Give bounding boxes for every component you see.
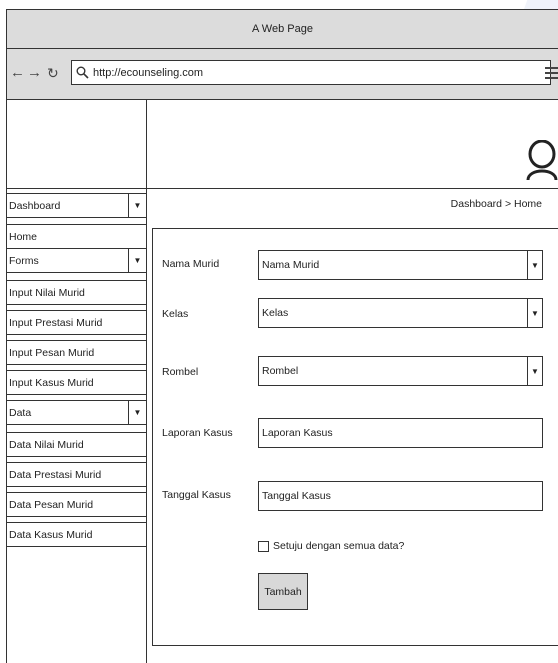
- sidebar-item-forms[interactable]: Forms ▼: [6, 248, 147, 273]
- sidebar-item-dashboard[interactable]: Dashboard ▼: [6, 193, 147, 218]
- address-bar[interactable]: http://ecounseling.com: [71, 60, 551, 85]
- sidebar-item-data-nilai-murid[interactable]: Data Nilai Murid: [6, 432, 147, 457]
- sidebar-item-label: Data Pesan Murid: [9, 498, 94, 511]
- agree-label: Setuju dengan semua data?: [273, 540, 405, 552]
- window-title: A Web Page: [252, 23, 313, 35]
- nama-murid-label: Nama Murid: [162, 258, 220, 270]
- url-text: http://ecounseling.com: [93, 66, 204, 79]
- rombel-value: Rombel: [262, 365, 299, 377]
- chevron-down-icon: ▼: [527, 299, 542, 327]
- laporan-kasus-label: Laporan Kasus: [162, 427, 233, 439]
- nama-murid-select[interactable]: Nama Murid ▼: [258, 250, 543, 280]
- tanggal-kasus-input[interactable]: Tanggal Kasus: [258, 481, 543, 511]
- tambah-button[interactable]: Tambah: [258, 573, 308, 610]
- chevron-down-icon: ▼: [128, 249, 146, 272]
- header-logo-area: [6, 99, 147, 189]
- sidebar-item-data-kasus-murid[interactable]: Data Kasus Murid: [6, 522, 147, 547]
- sidebar-item-input-pesan-murid[interactable]: Input Pesan Murid: [6, 340, 147, 365]
- sidebar-item-data-pesan-murid[interactable]: Data Pesan Murid: [6, 492, 147, 517]
- sidebar-item-label: Forms: [9, 254, 39, 267]
- laporan-kasus-input[interactable]: Laporan Kasus: [258, 418, 543, 448]
- sidebar-item-input-prestasi-murid[interactable]: Input Prestasi Murid: [6, 310, 147, 335]
- hamburger-icon[interactable]: [545, 64, 558, 82]
- reload-icon[interactable]: ↻: [47, 64, 59, 82]
- sidebar-item-data-prestasi-murid[interactable]: Data Prestasi Murid: [6, 462, 147, 487]
- user-avatar-icon[interactable]: [525, 140, 558, 182]
- sidebar-item-label: Data Nilai Murid: [9, 438, 84, 451]
- arrow-left-icon[interactable]: ←: [10, 64, 25, 82]
- sidebar-item-label: Input Kasus Murid: [9, 376, 94, 389]
- kelas-select[interactable]: Kelas ▼: [258, 298, 543, 328]
- sidebar-item-label: Dashboard: [9, 199, 61, 212]
- sidebar-item-label: Data Kasus Murid: [9, 528, 93, 541]
- arrow-right-icon[interactable]: →: [27, 64, 42, 82]
- breadcrumb: Dashboard > Home: [450, 198, 542, 210]
- search-icon: [76, 66, 89, 79]
- laporan-kasus-value: Laporan Kasus: [262, 427, 333, 439]
- chevron-down-icon: ▼: [128, 194, 146, 217]
- sidebar-item-input-kasus-murid[interactable]: Input Kasus Murid: [6, 370, 147, 395]
- sidebar-item-label: Home: [9, 230, 38, 243]
- kelas-label: Kelas: [162, 308, 189, 320]
- sidebar-item-label: Data Prestasi Murid: [9, 468, 102, 481]
- chevron-down-icon: ▼: [527, 357, 542, 385]
- rombel-label: Rombel: [162, 366, 199, 378]
- tanggal-kasus-label: Tanggal Kasus: [162, 489, 231, 501]
- sidebar-item-label: Input Prestasi Murid: [9, 316, 103, 329]
- agree-checkbox[interactable]: [258, 541, 269, 552]
- sidebar-item-input-nilai-murid[interactable]: Input Nilai Murid: [6, 280, 147, 305]
- header-bar: [146, 99, 558, 189]
- sidebar-item-data[interactable]: Data ▼: [6, 400, 147, 425]
- sidebar-item-home[interactable]: Home: [6, 224, 147, 249]
- window-title-bar: A Web Page: [6, 9, 558, 49]
- kelas-value: Kelas: [262, 307, 289, 319]
- sidebar-item-label: Input Nilai Murid: [9, 286, 85, 299]
- tanggal-kasus-value: Tanggal Kasus: [262, 490, 331, 502]
- sidebar-item-label: Data: [9, 406, 32, 419]
- rombel-select[interactable]: Rombel ▼: [258, 356, 543, 386]
- nama-murid-value: Nama Murid: [262, 259, 320, 271]
- chevron-down-icon: ▼: [527, 251, 542, 279]
- chevron-down-icon: ▼: [128, 401, 146, 424]
- sidebar-item-label: Input Pesan Murid: [9, 346, 95, 359]
